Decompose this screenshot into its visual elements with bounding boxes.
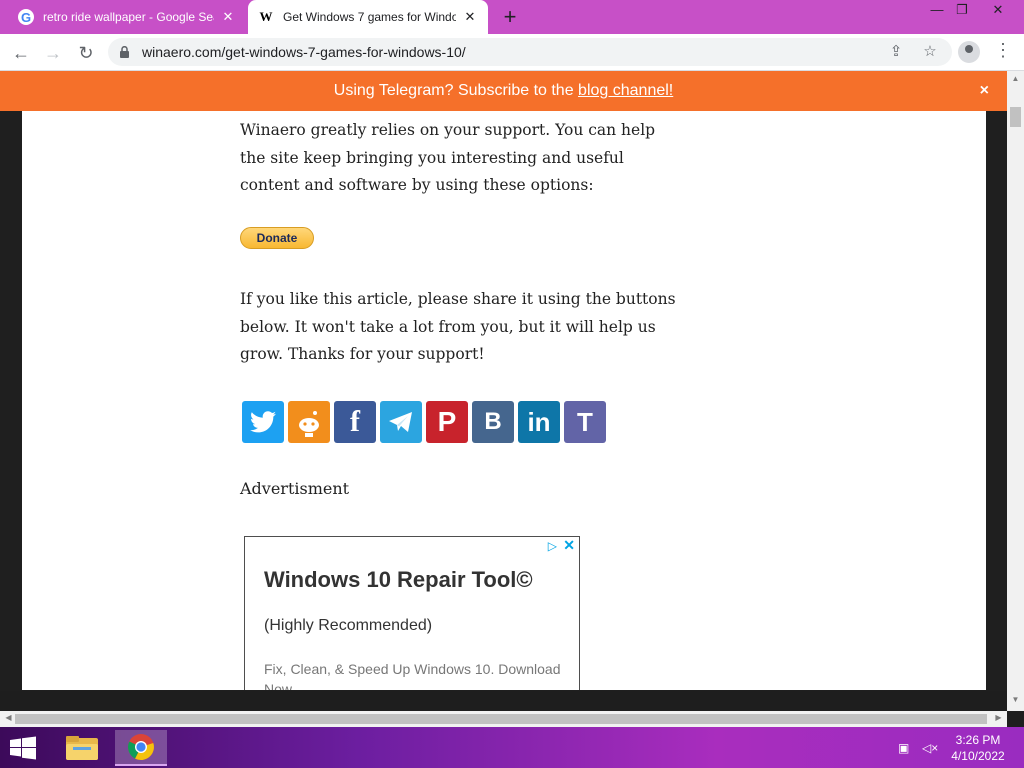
tab-title: retro ride wallpaper - Google Sea [43, 10, 214, 24]
url-text: winaero.com/get-windows-7-games-for-wind… [142, 44, 466, 60]
tab-google-search[interactable]: G retro ride wallpaper - Google Sea ✕ [8, 0, 246, 34]
windows-taskbar: ▣ ◁× 3:26 PM 4/10/2022 [0, 727, 1024, 768]
blog-channel-link[interactable]: blog channel! [578, 82, 673, 99]
share-icon[interactable]: ⇪ [886, 42, 906, 62]
telegram-share-button[interactable] [380, 401, 422, 443]
linkedin-icon: in [527, 406, 551, 437]
share-paragraph: If you like this article, please share i… [240, 290, 676, 363]
back-arrow-icon[interactable]: ← [8, 40, 34, 66]
winaero-favicon-icon: W [259, 9, 273, 24]
google-favicon-icon: G [18, 9, 34, 25]
vertical-scrollbar[interactable]: ▲ ▼ [1007, 71, 1024, 711]
chrome-icon [128, 734, 154, 761]
twitter-icon [250, 411, 276, 433]
article-body: Winaero greatly relies on your support. … [22, 111, 986, 690]
banner-text: Using Telegram? Subscribe to the [333, 82, 579, 99]
facebook-share-button[interactable]: f [334, 401, 376, 443]
lock-icon [120, 46, 129, 58]
telegram-icon [389, 412, 412, 432]
ad-box[interactable]: ▷ ✕ Windows 10 Repair Tool© (Highly Reco… [244, 536, 580, 690]
horizontal-scrollbar[interactable]: ◀ ▶ [0, 711, 1007, 727]
profile-avatar-icon[interactable] [958, 41, 980, 63]
tab-close-icon[interactable]: ✕ [220, 9, 236, 25]
menu-dots-icon[interactable]: ⋮ [994, 40, 1012, 61]
folder-icon [66, 736, 98, 760]
forward-arrow-icon[interactable]: → [40, 40, 66, 66]
address-bar[interactable]: winaero.com/get-windows-7-games-for-wind… [108, 38, 952, 66]
scroll-right-icon[interactable]: ▶ [990, 713, 1007, 722]
scroll-up-icon[interactable]: ▲ [1007, 74, 1024, 83]
donate-button[interactable]: Donate [240, 227, 314, 249]
pinterest-share-button[interactable]: P [426, 401, 468, 443]
volume-muted-icon[interactable]: ◁× [922, 741, 938, 755]
new-tab-button[interactable]: + [498, 5, 522, 29]
reload-icon[interactable]: ↻ [73, 40, 99, 66]
browser-titlebar: G retro ride wallpaper - Google Sea ✕ W … [0, 0, 1024, 34]
twitter-share-button[interactable] [242, 401, 284, 443]
support-paragraph: Winaero greatly relies on your support. … [240, 121, 656, 194]
tab-close-icon[interactable]: ✕ [462, 9, 478, 25]
advertisment-label: Advertisment [240, 479, 350, 498]
scroll-down-icon[interactable]: ▼ [1007, 695, 1024, 704]
reddit-share-button[interactable] [288, 401, 330, 443]
clock-time: 3:26 PM [955, 733, 1001, 747]
restore-button[interactable]: ❐ [947, 0, 977, 22]
vk-share-button[interactable]: B [472, 401, 514, 443]
facebook-icon: f [350, 405, 360, 438]
clock[interactable]: 3:26 PM 4/10/2022 [948, 732, 1008, 764]
adchoices-icon[interactable]: ▷ [548, 539, 557, 553]
reddit-icon [299, 411, 319, 437]
ad-subtitle: (Highly Recommended) [264, 617, 433, 634]
teams-share-button[interactable]: T [564, 401, 606, 443]
bookmark-star-icon[interactable]: ☆ [920, 42, 940, 62]
vertical-scroll-thumb[interactable] [1010, 107, 1021, 127]
pinterest-icon: P [437, 406, 457, 437]
tab-title: Get Windows 7 games for Windo [283, 10, 456, 24]
vk-icon: B [484, 408, 502, 435]
windows-start-icon[interactable] [8, 736, 38, 760]
tab-winaero[interactable]: W Get Windows 7 games for Windo ✕ [248, 0, 488, 34]
file-explorer-taskbar-button[interactable] [56, 730, 108, 766]
ad-title[interactable]: Windows 10 Repair Tool© [264, 567, 533, 593]
horizontal-scroll-thumb[interactable] [15, 714, 987, 724]
linkedin-share-button[interactable]: in [518, 401, 560, 443]
chrome-taskbar-button[interactable] [115, 730, 167, 766]
close-window-button[interactable]: ✕ [983, 0, 1013, 22]
ad-close-icon[interactable]: ✕ [563, 537, 575, 554]
network-icon[interactable]: ▣ [898, 741, 914, 755]
ad-description: Fix, Clean, & Speed Up Windows 10. Downl… [264, 661, 561, 690]
browser-toolbar: ← → ↻ winaero.com/get-windows-7-games-fo… [0, 34, 1024, 71]
teams-icon: T [577, 406, 593, 437]
telegram-banner: Using Telegram? Subscribe to the blog ch… [0, 71, 1007, 111]
banner-close-icon[interactable]: × [980, 71, 989, 111]
clock-date: 4/10/2022 [951, 749, 1005, 763]
